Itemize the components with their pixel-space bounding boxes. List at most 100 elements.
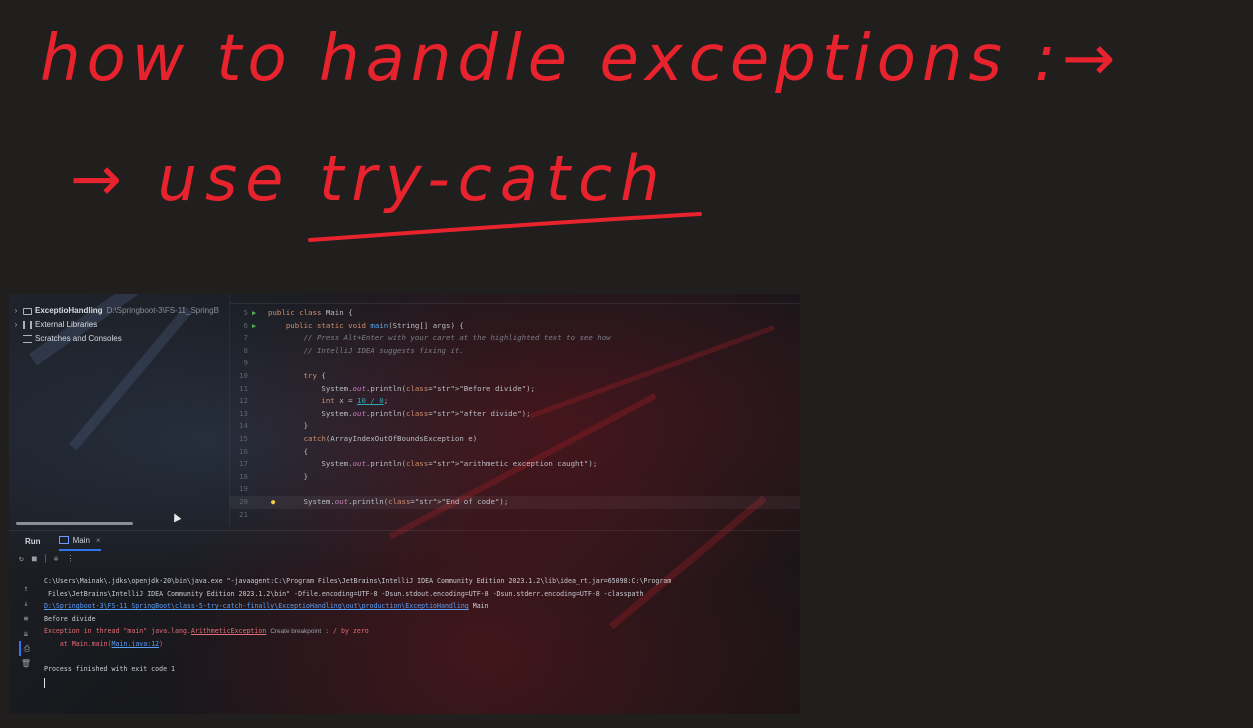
library-icon bbox=[23, 321, 32, 329]
line-number[interactable]: 9 bbox=[230, 357, 248, 370]
console-output[interactable]: C:\Users\Mainak\.jdks\openjdk-20\bin\jav… bbox=[44, 575, 794, 688]
print-icon[interactable]: ⎙ bbox=[19, 641, 33, 656]
close-icon[interactable]: × bbox=[96, 536, 101, 545]
chevron-right-icon[interactable]: › bbox=[9, 318, 23, 332]
tab-label: Main bbox=[72, 535, 90, 545]
mouse-pointer-icon bbox=[170, 511, 182, 523]
exception-class-link[interactable]: ArithmeticException bbox=[191, 627, 266, 635]
code-line[interactable]: 17 System.out.println(class="str">"arith… bbox=[230, 458, 800, 471]
code-line[interactable]: 20 ● System.out.println(class="str">"End … bbox=[230, 496, 800, 509]
handwritten-line-2: → use try-catch bbox=[70, 142, 668, 215]
console-error-line: Exception in thread "main" java.lang.Ari… bbox=[44, 627, 369, 636]
code-line[interactable]: 5 ▶ public class Main { bbox=[230, 307, 800, 320]
code-line[interactable]: 8 // IntelliJ IDEA suggests fixing it. bbox=[230, 345, 800, 358]
tree-item-label: Scratches and Consoles bbox=[35, 334, 122, 343]
code-text: System.out.println(class="str">"after di… bbox=[268, 408, 531, 418]
scroll-to-end-icon[interactable]: ⇊ bbox=[19, 626, 33, 641]
run-tool-window: Run Main × ↻ ■ ✲ ⋮ ↑ ↓ ≡ ⇊ ⎙ 🗑 C:\Users\… bbox=[9, 530, 800, 714]
editor-tab-strip bbox=[230, 294, 800, 304]
tree-item-project[interactable]: › ExceptioHandling D:\Springboot-3\FS-11… bbox=[9, 304, 229, 318]
code-line[interactable]: 12 int x = 10 / 0; bbox=[230, 395, 800, 408]
tab-main[interactable]: Main × bbox=[58, 531, 101, 551]
code-text: { bbox=[268, 446, 309, 456]
source-link[interactable]: Main.java:12 bbox=[112, 640, 160, 648]
code-text: System.out.println(class="str">"arithmet… bbox=[268, 459, 598, 469]
code-text: System.out.println(class="str">"End of c… bbox=[268, 497, 509, 506]
debug-icon[interactable]: ✲ bbox=[54, 554, 59, 563]
code-line[interactable]: 14 } bbox=[230, 420, 800, 433]
tree-item-label: External Libraries bbox=[35, 320, 98, 329]
handwritten-notes: how to handle exceptions :→ → use try-ca… bbox=[40, 22, 1121, 242]
line-number[interactable]: 18 bbox=[230, 471, 248, 484]
code-line[interactable]: 9 bbox=[230, 357, 800, 370]
code-line[interactable]: 19 bbox=[230, 483, 800, 496]
handwritten-line-1: how to handle exceptions :→ bbox=[40, 22, 1121, 96]
console-line: Process finished with exit code 1 bbox=[44, 665, 176, 674]
console-line: D:\Springboot-3\FS-11_SpringBoot\class-5… bbox=[44, 602, 489, 611]
line-number[interactable]: 19 bbox=[230, 483, 248, 496]
code-line[interactable]: 21 bbox=[230, 509, 800, 522]
line-number[interactable]: 17 bbox=[230, 458, 248, 471]
code-text: } bbox=[268, 471, 309, 481]
code-line[interactable]: 18 } bbox=[230, 471, 800, 484]
project-tree: › ExceptioHandling D:\Springboot-3\FS-11… bbox=[9, 304, 229, 346]
line-number[interactable]: 21 bbox=[230, 509, 248, 522]
rerun-icon[interactable]: ↻ bbox=[19, 554, 24, 563]
code-text: public static void main(String[] args) { bbox=[285, 320, 464, 330]
intellij-window: › ExceptioHandling D:\Springboot-3\FS-11… bbox=[9, 294, 800, 714]
run-header: Run Main × bbox=[9, 531, 800, 551]
code-line[interactable]: 15 catch(ArrayIndexOutOfBoundsException … bbox=[230, 433, 800, 446]
stop-icon[interactable]: ■ bbox=[32, 554, 37, 563]
create-breakpoint-link[interactable]: Create breakpoint bbox=[270, 628, 321, 635]
chevron-right-icon[interactable]: › bbox=[9, 304, 23, 318]
code-text: catch(ArrayIndexOutOfBoundsException e) bbox=[303, 434, 478, 443]
code-text: System.out.println(class="str">"Before d… bbox=[268, 383, 535, 393]
scroll-down-icon[interactable]: ↓ bbox=[19, 596, 33, 611]
line-number[interactable]: 5 bbox=[230, 307, 248, 320]
run-toolbar: ↻ ■ ✲ ⋮ bbox=[9, 551, 800, 565]
code-editor[interactable]: 5 ▶ public class Main { 6 ▶ public static vo… bbox=[229, 294, 800, 526]
horizontal-scrollbar[interactable] bbox=[16, 522, 133, 525]
line-number[interactable]: 16 bbox=[230, 446, 248, 459]
run-gutter-icon[interactable]: ▶ bbox=[252, 320, 262, 333]
more-options-icon[interactable]: ⋮ bbox=[66, 554, 74, 563]
project-path: D:\Springboot-3\FS-11_SpringB bbox=[106, 306, 219, 315]
tree-item-scratches[interactable]: Scratches and Consoles bbox=[9, 332, 229, 346]
code-text: public class Main { bbox=[268, 308, 353, 317]
soft-wrap-icon[interactable]: ≡ bbox=[19, 611, 33, 626]
code-line[interactable]: 10 try { bbox=[230, 370, 800, 383]
console-line: Files\JetBrains\IntelliJ IDEA Community … bbox=[44, 589, 644, 598]
scroll-up-icon[interactable]: ↑ bbox=[19, 581, 33, 596]
toolbar-divider bbox=[44, 553, 46, 563]
trash-icon[interactable]: 🗑 bbox=[19, 656, 33, 671]
line-number[interactable]: 12 bbox=[230, 395, 248, 408]
classpath-link[interactable]: D:\Springboot-3\FS-11_SpringBoot\class-5… bbox=[44, 602, 469, 610]
code-line[interactable]: 13 System.out.println(class="str">"after… bbox=[230, 408, 800, 421]
tree-item-label: ExceptioHandling bbox=[35, 306, 103, 315]
line-number[interactable]: 8 bbox=[230, 345, 248, 358]
code-line[interactable]: 6 ▶ public static void main(String[] args… bbox=[230, 320, 800, 333]
console-line: C:\Users\Mainak\.jdks\openjdk-20\bin\jav… bbox=[44, 577, 672, 585]
code-text: try { bbox=[303, 371, 326, 380]
line-number[interactable]: 15 bbox=[230, 433, 248, 446]
code-line[interactable]: 11 System.out.println(class="str">"Befor… bbox=[230, 383, 800, 396]
line-number[interactable]: 10 bbox=[230, 370, 248, 383]
tree-item-external-libraries[interactable]: › External Libraries bbox=[9, 318, 229, 332]
code-text: } bbox=[268, 421, 309, 431]
line-number[interactable]: 7 bbox=[230, 332, 248, 345]
line-number[interactable]: 20 bbox=[230, 496, 248, 509]
code-line[interactable]: 7 // Press Alt+Enter with your caret at … bbox=[230, 332, 800, 345]
folder-icon bbox=[23, 307, 32, 315]
code-text: // IntelliJ IDEA suggests fixing it. bbox=[268, 345, 464, 355]
line-number[interactable]: 6 bbox=[230, 320, 248, 333]
run-title: Run bbox=[25, 536, 41, 546]
run-side-toolbar: ↑ ↓ ≡ ⇊ ⎙ 🗑 bbox=[19, 581, 33, 671]
run-config-icon bbox=[58, 536, 69, 544]
line-number[interactable]: 11 bbox=[230, 383, 248, 396]
code-line[interactable]: 16 { bbox=[230, 446, 800, 459]
handwritten-underline bbox=[308, 212, 702, 242]
line-number[interactable]: 14 bbox=[230, 420, 248, 433]
line-number[interactable]: 13 bbox=[230, 408, 248, 421]
run-gutter-icon[interactable]: ▶ bbox=[252, 307, 262, 320]
text-caret bbox=[44, 677, 45, 688]
